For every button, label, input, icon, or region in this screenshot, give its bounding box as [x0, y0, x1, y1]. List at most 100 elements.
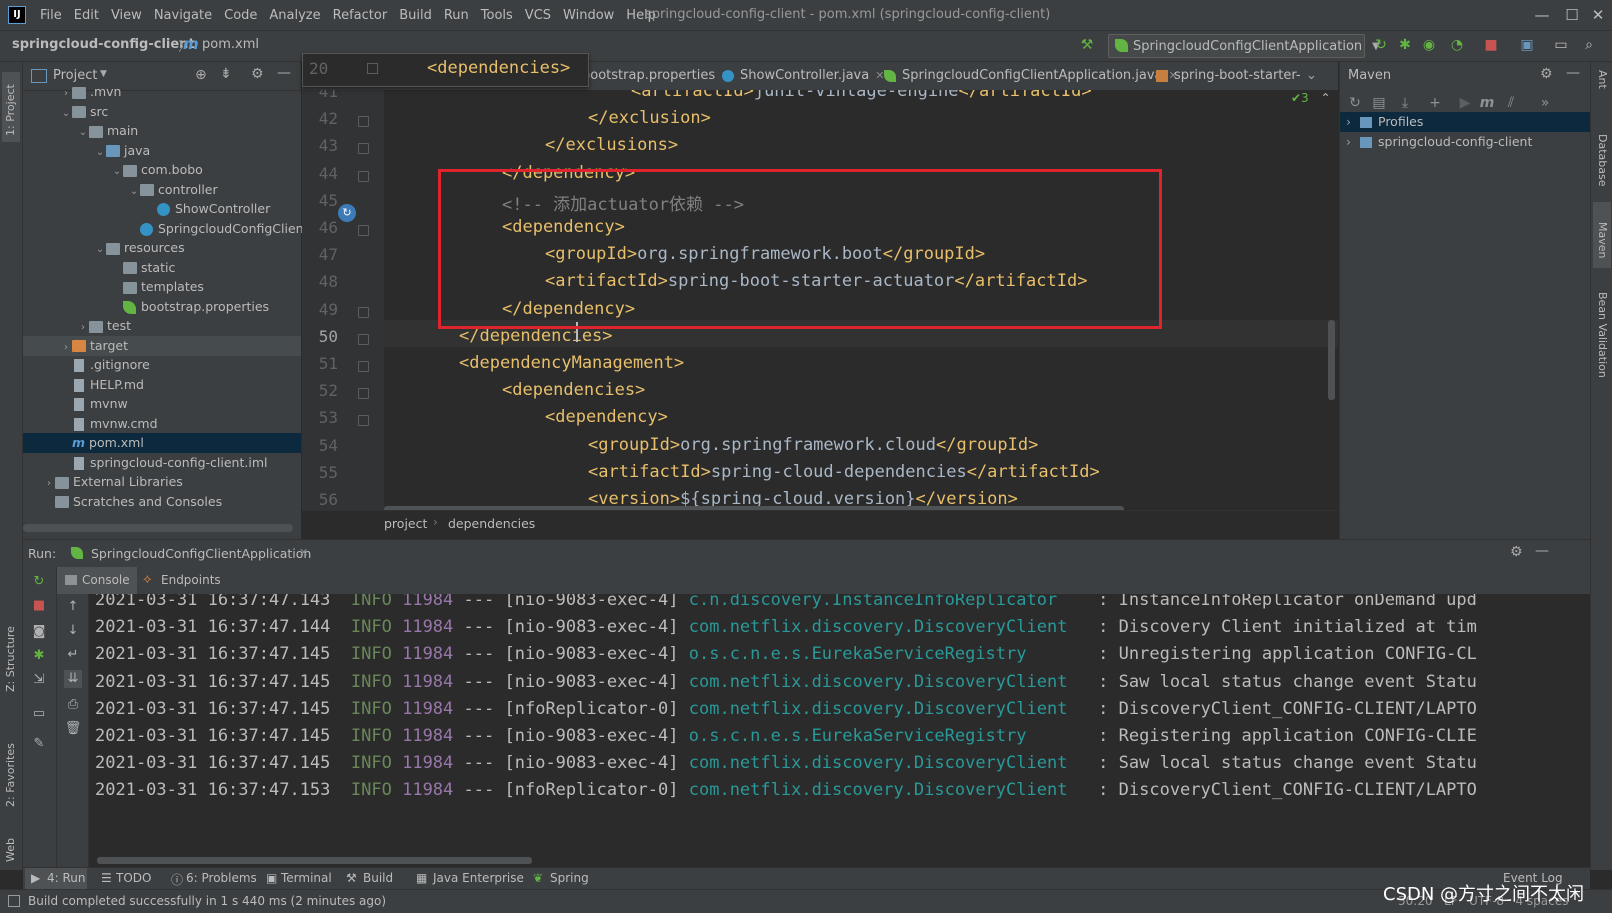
project-panel-title[interactable]: Project	[53, 68, 97, 83]
web-tool-label[interactable]: Web	[4, 838, 17, 862]
menu-item-build[interactable]: Build	[393, 8, 438, 23]
layout-icon[interactable]: ▭	[30, 705, 48, 723]
hide-icon[interactable]: —	[1535, 543, 1549, 559]
java-enterprise-tool-tab[interactable]: Java Enterprise	[433, 871, 524, 885]
hide-icon[interactable]: —	[277, 65, 291, 81]
download-icon[interactable]: ⤓	[1396, 94, 1414, 112]
tree-item[interactable]: m pom.xml	[23, 433, 301, 453]
toggle-offline-icon[interactable]: ⫽	[1502, 94, 1520, 112]
stop-icon[interactable]: ■	[1482, 36, 1500, 54]
terminal-tool-tab[interactable]: Terminal	[281, 871, 332, 885]
print-icon[interactable]: ⎙	[64, 696, 82, 714]
tree-item[interactable]: .gitignore	[23, 355, 301, 375]
profile-icon[interactable]: ◔	[1448, 36, 1466, 54]
layout-toggle-icon[interactable]	[8, 895, 20, 907]
database-tool-label[interactable]: Database	[1596, 134, 1609, 187]
arrow-down-icon[interactable]: ↓	[64, 622, 82, 640]
tree-item[interactable]: ⌄ java	[23, 141, 301, 161]
tree-item[interactable]: ShowController	[23, 199, 301, 219]
menu-item-code[interactable]: Code	[218, 8, 263, 23]
arrow-up-icon[interactable]: ↑	[64, 598, 82, 616]
rerun-icon[interactable]: ↻	[30, 573, 48, 591]
editor-vertical-scrollbar[interactable]	[1328, 320, 1335, 400]
soft-wrap-icon[interactable]: ↵	[64, 646, 82, 664]
spring-tool-tab[interactable]: Spring	[550, 871, 589, 885]
menu-item-edit[interactable]: Edit	[68, 8, 105, 23]
maven-tree-item[interactable]: › Profiles	[1340, 112, 1590, 132]
scroll-to-end-icon[interactable]: ⇊	[64, 670, 82, 688]
tree-item[interactable]: Scratches and Consoles	[23, 492, 301, 512]
tree-item[interactable]: springcloud-config-client.iml	[23, 453, 301, 473]
breadcrumb-file[interactable]: pom.xml	[202, 37, 259, 52]
endpoints-tab[interactable]: ⟡ Endpoints	[141, 567, 231, 594]
menu-item-window[interactable]: Window	[557, 8, 620, 23]
breadcrumb-project[interactable]: springcloud-config-client	[12, 37, 195, 52]
coverage-icon[interactable]: ◉	[1420, 36, 1438, 54]
chevron-right-icon[interactable]: ›	[1346, 112, 1360, 132]
tab-springcloud-config-client-application[interactable]: SpringcloudConfigClientApplication.java ✕	[884, 62, 1178, 90]
reload-icon[interactable]: ↻	[1346, 94, 1364, 112]
breadcrumb-item[interactable]: project	[384, 516, 427, 531]
close-button[interactable]: ✕	[1584, 4, 1612, 26]
minimize-button[interactable]: —	[1528, 4, 1556, 26]
more-icon[interactable]: »	[1536, 94, 1554, 112]
tree-item[interactable]: ⌄ resources	[23, 238, 301, 258]
ant-tool-label[interactable]: Ant	[1596, 70, 1609, 89]
add-icon[interactable]: +	[1426, 94, 1444, 112]
tree-item[interactable]: › test	[23, 316, 301, 336]
favorites-tool-label[interactable]: 2: Favorites	[4, 743, 17, 807]
tab-spring-boot-starter[interactable]: spring-boot-starter-	[1156, 62, 1301, 90]
tree-item[interactable]: mvnw.cmd	[23, 414, 301, 434]
search-icon[interactable]: ⌕	[1580, 36, 1598, 54]
menu-item-vcs[interactable]: VCS	[519, 8, 557, 23]
layout-icon[interactable]: ▭	[1552, 36, 1570, 54]
tree-item[interactable]: templates	[23, 277, 301, 297]
maximize-button[interactable]: ☐	[1558, 4, 1586, 26]
menu-item-file[interactable]: File	[34, 8, 68, 23]
tree-item[interactable]: static	[23, 258, 301, 278]
tree-item[interactable]: ⌄ com.bobo	[23, 160, 301, 180]
build-tool-tab[interactable]: Build	[363, 871, 393, 885]
run-configuration-select[interactable]: SpringcloudConfigClientApplication ▼	[1108, 34, 1380, 58]
project-structure-icon[interactable]: ▣	[1518, 36, 1536, 54]
breadcrumb-item[interactable]: dependencies	[448, 516, 535, 531]
tree-item[interactable]: HELP.md	[23, 375, 301, 395]
exit-icon[interactable]: ⇲	[30, 671, 48, 689]
tree-item[interactable]: ⌄ controller	[23, 180, 301, 200]
chevron-right-icon[interactable]: ›	[1346, 132, 1360, 152]
chevron-up-icon[interactable]: ⌃	[1321, 91, 1331, 105]
problems-tool-tab[interactable]: 6: Problems	[186, 871, 257, 885]
tree-item[interactable]: › External Libraries	[23, 472, 301, 492]
dependency-gutter-icon[interactable]: ↻	[338, 204, 356, 222]
console-output[interactable]: 2021-03-31 16:37:47.143 INFO 11984 --- […	[89, 594, 1590, 867]
collapse-all-icon[interactable]: ⇟	[220, 66, 232, 82]
tab-show-controller[interactable]: ShowController.java ✕	[722, 62, 884, 90]
menu-item-navigate[interactable]: Navigate	[148, 8, 218, 23]
project-scrollbar[interactable]	[23, 524, 293, 532]
close-icon[interactable]: ✕	[299, 546, 308, 559]
run-icon[interactable]: ▶	[1456, 94, 1474, 112]
tree-item[interactable]: SpringcloudConfigClientA	[23, 219, 317, 239]
tree-item[interactable]: ⌄ src	[23, 102, 301, 122]
menu-item-view[interactable]: View	[105, 8, 148, 23]
debug-icon[interactable]: ✱	[1396, 36, 1414, 54]
rerun-icon[interactable]: ↻	[1372, 36, 1390, 54]
tree-item[interactable]: › target	[23, 335, 301, 356]
tab-bootstrap-properties[interactable]: bootstrap.properties✕	[582, 62, 730, 90]
console-tab[interactable]: Console	[57, 567, 137, 594]
structure-tool-label[interactable]: Z: Structure	[4, 626, 17, 692]
status-message[interactable]: Build completed successfully in 1 s 440 …	[28, 894, 386, 908]
sticky-line-header[interactable]: 20 <dependencies>	[302, 53, 589, 87]
camera-icon[interactable]: ◙	[30, 623, 48, 641]
debug-icon[interactable]: ✱	[30, 647, 48, 665]
chevron-down-icon[interactable]: ▼	[100, 69, 107, 79]
pin-icon[interactable]: ✎	[30, 735, 48, 753]
todo-tool-tab[interactable]: TODO	[116, 871, 151, 885]
run-tool-tab[interactable]: ▶ 4: Run	[25, 868, 87, 890]
console-horizontal-scrollbar[interactable]	[97, 857, 532, 864]
trash-icon[interactable]: 🗑	[64, 720, 82, 738]
gear-icon[interactable]: ⚙	[1510, 544, 1523, 560]
project-tool-label[interactable]: 1: Project	[4, 84, 17, 136]
gear-icon[interactable]: ⚙	[251, 66, 264, 82]
tree-item[interactable]: mvnw	[23, 394, 301, 414]
